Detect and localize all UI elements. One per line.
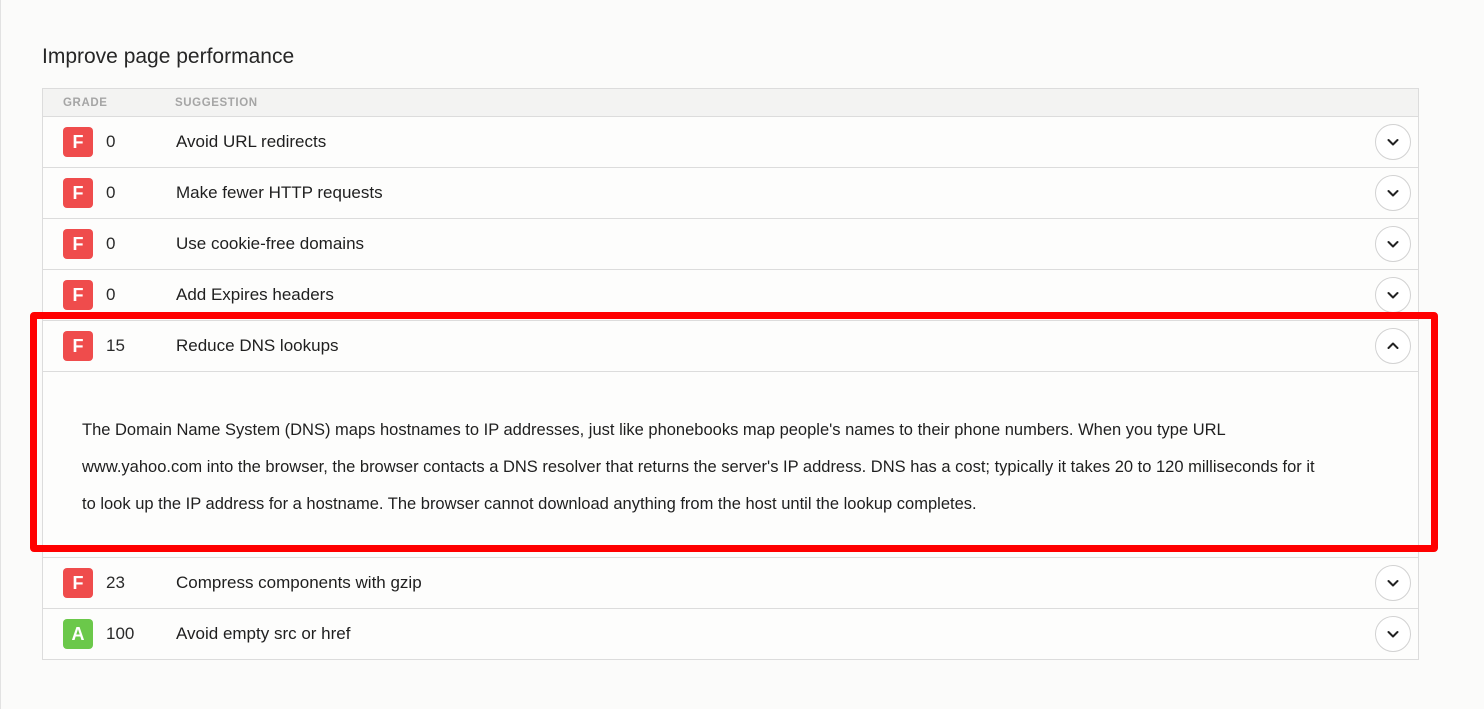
collapse-button[interactable] xyxy=(1375,328,1411,364)
suggestion-label: Reduce DNS lookups xyxy=(176,336,339,355)
table-row[interactable]: F 0 Add Expires headers xyxy=(43,270,1418,321)
table-row[interactable]: F 0 Use cookie-free domains xyxy=(43,219,1418,270)
expand-button[interactable] xyxy=(1375,565,1411,601)
grade-badge: F xyxy=(63,331,93,361)
suggestion-column-header: SUGGESTION xyxy=(175,96,258,109)
score: 0 xyxy=(106,285,116,304)
suggestion-detail: The Domain Name System (DNS) maps hostna… xyxy=(43,372,1418,558)
grade-badge: F xyxy=(63,127,93,157)
table-row[interactable]: F 0 Avoid URL redirects xyxy=(43,117,1418,168)
expand-button[interactable] xyxy=(1375,226,1411,262)
table-header: GRADE SUGGESTION xyxy=(43,89,1418,117)
expand-button[interactable] xyxy=(1375,277,1411,313)
chevron-down-icon xyxy=(1387,241,1399,248)
score: 0 xyxy=(106,132,116,151)
suggestion-label: Use cookie-free domains xyxy=(176,234,365,253)
chevron-down-icon xyxy=(1387,139,1399,146)
table-row[interactable]: F 0 Make fewer HTTP requests xyxy=(43,168,1418,219)
expand-button[interactable] xyxy=(1375,124,1411,160)
score: 100 xyxy=(106,624,135,643)
grade-badge: A xyxy=(63,619,93,649)
chevron-down-icon xyxy=(1387,580,1399,587)
grade-badge: F xyxy=(63,229,93,259)
grade-badge: F xyxy=(63,568,93,598)
expand-button[interactable] xyxy=(1375,175,1411,211)
suggestion-label: Avoid empty src or href xyxy=(176,624,351,643)
suggestion-label: Add Expires headers xyxy=(176,285,334,304)
grade-badge: F xyxy=(63,178,93,208)
chevron-down-icon xyxy=(1387,190,1399,197)
table-row-expanded[interactable]: F 15 Reduce DNS lookups xyxy=(43,321,1418,372)
suggestions-table: GRADE SUGGESTION F 0 Avoid URL redirects… xyxy=(42,88,1419,660)
chevron-up-icon xyxy=(1387,342,1399,349)
table-row[interactable]: F 23 Compress components with gzip xyxy=(43,558,1418,609)
suggestion-label: Compress components with gzip xyxy=(176,573,422,592)
chevron-down-icon xyxy=(1387,631,1399,638)
score: 23 xyxy=(106,573,125,592)
suggestion-label: Avoid URL redirects xyxy=(176,132,327,151)
chevron-down-icon xyxy=(1387,292,1399,299)
section-title: Improve page performance xyxy=(42,45,295,68)
grade-badge: F xyxy=(63,280,93,310)
expand-button[interactable] xyxy=(1375,616,1411,652)
score: 0 xyxy=(106,183,116,202)
score: 0 xyxy=(106,234,116,253)
suggestion-label: Make fewer HTTP requests xyxy=(176,183,383,202)
grade-column-header: GRADE xyxy=(63,96,108,109)
table-row[interactable]: A 100 Avoid empty src or href xyxy=(43,609,1418,659)
score: 15 xyxy=(106,336,125,355)
page: Improve page performance GRADE SUGGESTIO… xyxy=(0,0,1484,709)
